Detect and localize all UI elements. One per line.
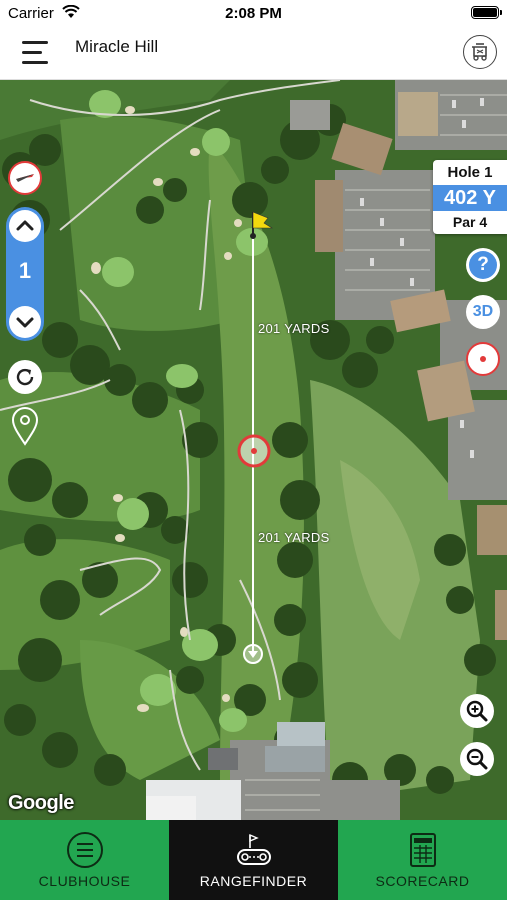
chevron-down-icon bbox=[16, 317, 34, 328]
hole-selector: 1 bbox=[6, 207, 44, 341]
target-toggle-button[interactable] bbox=[466, 342, 500, 376]
yardage-from-tee-label: 201 YARDS bbox=[258, 530, 330, 545]
zoom-out-button[interactable] bbox=[460, 742, 494, 776]
chevron-up-icon bbox=[16, 220, 34, 231]
hole-info-yards: 402 Y bbox=[433, 185, 507, 211]
menu-bar bbox=[22, 51, 42, 54]
refresh-icon bbox=[16, 368, 34, 386]
list-circle-icon bbox=[66, 832, 103, 868]
golf-cart-icon bbox=[472, 43, 487, 61]
battery-icon bbox=[471, 6, 502, 19]
zoom-in-icon bbox=[466, 700, 488, 722]
tee-marker-icon[interactable] bbox=[243, 644, 263, 664]
distance-line-overlay bbox=[237, 211, 274, 664]
satellite-map[interactable]: 201 YARDS 201 YARDS Google 1 Hole 1 402 … bbox=[0, 80, 507, 820]
status-time: 2:08 PM bbox=[225, 5, 282, 22]
refresh-button[interactable] bbox=[8, 360, 42, 394]
scorecard-icon bbox=[409, 833, 436, 867]
tab-scorecard[interactable]: SCORECARD bbox=[338, 820, 507, 900]
help-button[interactable]: ? bbox=[466, 248, 500, 282]
menu-bar bbox=[22, 61, 48, 64]
next-hole-button[interactable] bbox=[9, 210, 41, 242]
tab-clubhouse-label: CLUBHOUSE bbox=[38, 873, 131, 889]
yardage-to-pin-label: 201 YARDS bbox=[258, 321, 330, 336]
current-hole-number: 1 bbox=[18, 258, 32, 283]
map-pin-icon bbox=[11, 407, 39, 446]
tab-rangefinder-label: RANGEFINDER bbox=[199, 873, 308, 889]
tab-clubhouse[interactable]: CLUBHOUSE bbox=[0, 820, 169, 900]
rangefinder-icon bbox=[236, 833, 271, 865]
compass-icon bbox=[16, 174, 34, 182]
previous-hole-button[interactable] bbox=[9, 306, 41, 338]
help-icon: ? bbox=[469, 251, 497, 279]
location-pin-button[interactable] bbox=[10, 406, 40, 446]
menu-bar bbox=[22, 41, 48, 44]
hole-info-card[interactable]: Hole 1 402 Y Par 4 bbox=[433, 160, 507, 234]
view-3d-button[interactable]: 3D bbox=[466, 295, 500, 329]
course-title: Miracle Hill bbox=[75, 37, 159, 56]
hole-info-par: Par 4 bbox=[452, 214, 488, 230]
bottom-tab-bar: CLUBHOUSE RANGEFINDER SCORECARD bbox=[0, 820, 507, 900]
golf-cart-button[interactable] bbox=[463, 35, 497, 69]
target-marker-icon[interactable] bbox=[237, 434, 271, 468]
compass-button[interactable] bbox=[8, 161, 42, 195]
map-attribution-logo: Google bbox=[8, 792, 74, 814]
pin-flag-icon bbox=[250, 211, 274, 239]
menu-button[interactable] bbox=[22, 38, 56, 68]
tab-scorecard-label: SCORECARD bbox=[375, 873, 470, 889]
status-bar: Carrier 2:08 PM bbox=[0, 0, 507, 26]
app-header: Miracle Hill bbox=[0, 26, 507, 80]
zoom-in-button[interactable] bbox=[460, 694, 494, 728]
tab-rangefinder[interactable]: RANGEFINDER bbox=[169, 820, 338, 900]
hole-info-label: Hole 1 bbox=[447, 164, 493, 181]
zoom-out-icon bbox=[466, 748, 488, 770]
